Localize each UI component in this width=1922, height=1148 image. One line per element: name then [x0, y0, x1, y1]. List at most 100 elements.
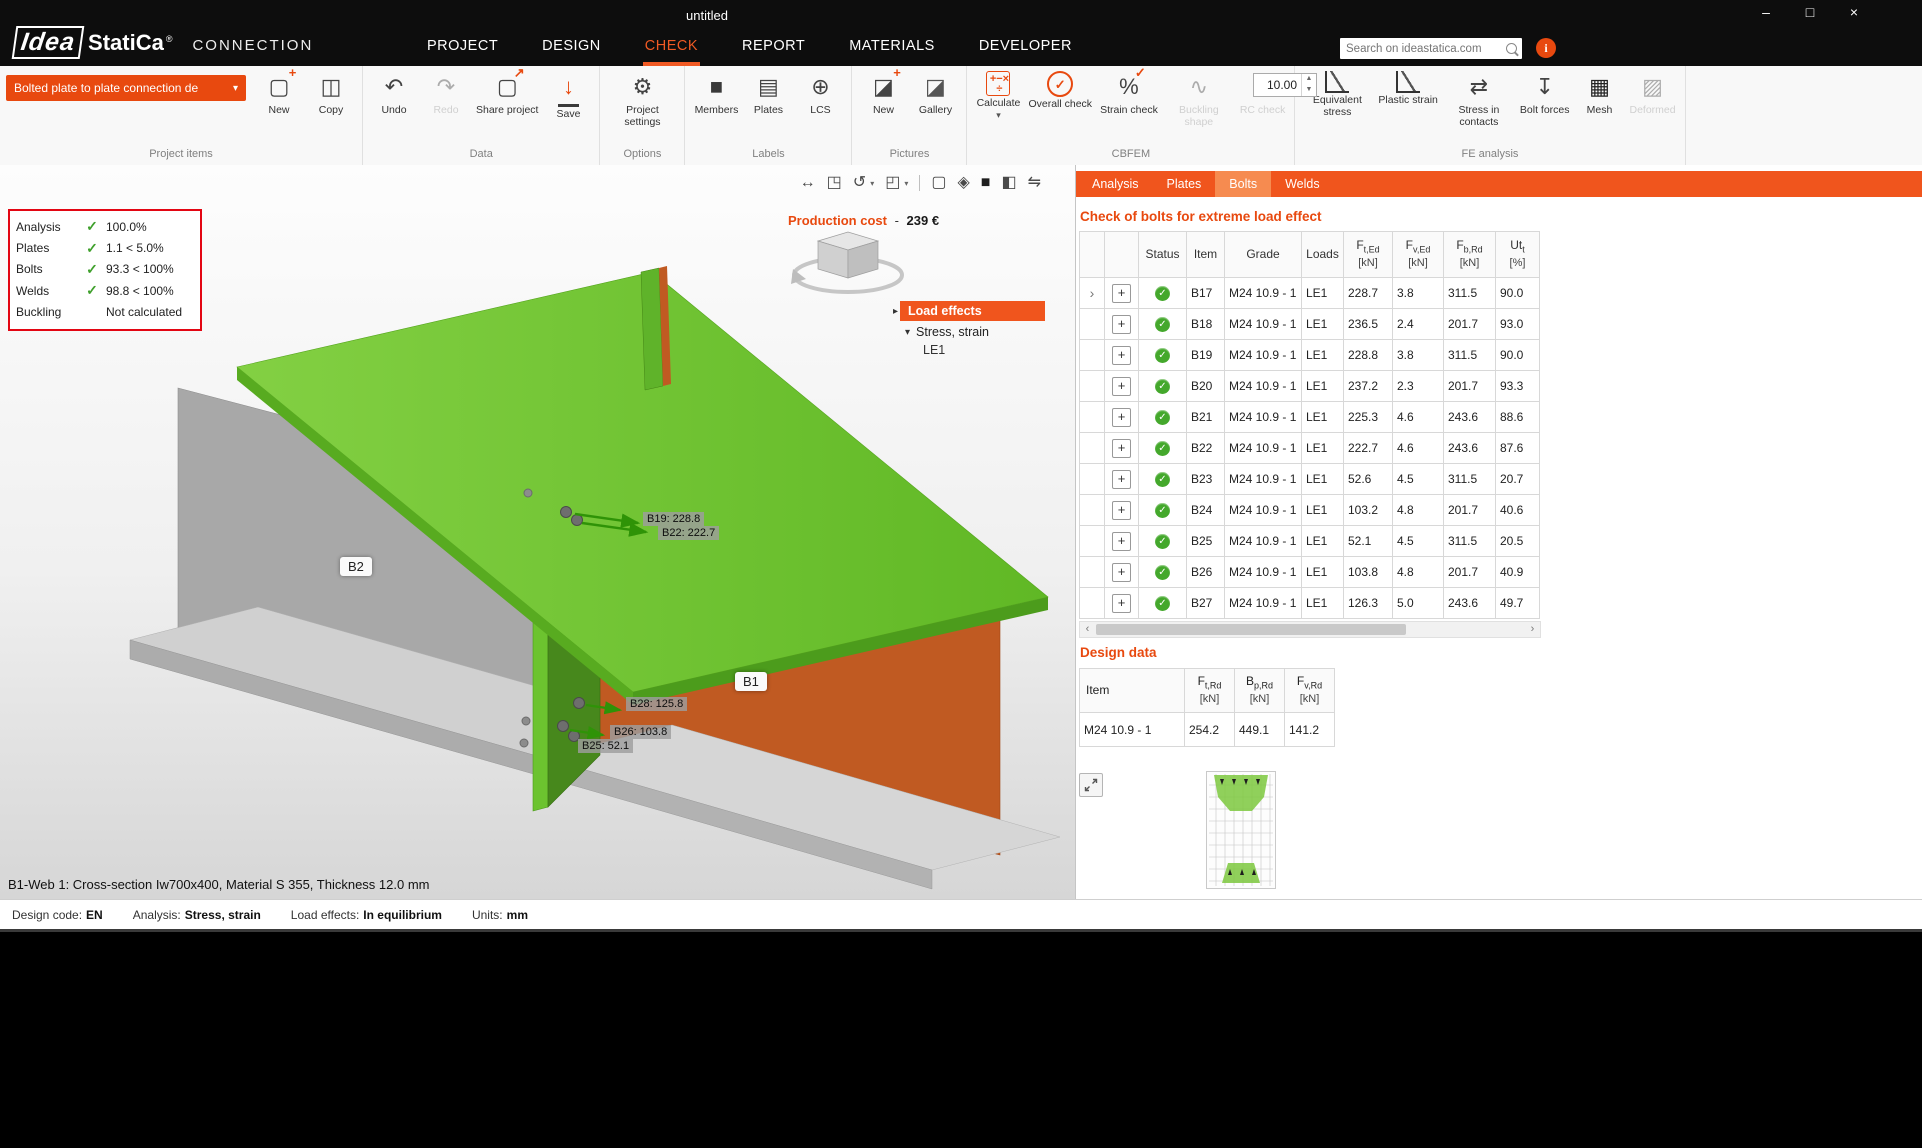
viewport-3d[interactable]: Analysis✓100.0%Plates✓1.1 < 5.0%Bolts✓93…: [0, 165, 1076, 899]
row-expand-plus-button[interactable]: +: [1112, 346, 1131, 365]
row-expand-plus-button[interactable]: +: [1112, 377, 1131, 396]
chevron-down-icon[interactable]: ▾: [904, 179, 908, 188]
chevron-down-icon[interactable]: ▾: [870, 179, 874, 188]
maximize-button[interactable]: □: [1797, 4, 1823, 20]
tree-root-load-effects[interactable]: Load effects: [900, 301, 1045, 321]
check-summary-overlay: Analysis✓100.0%Plates✓1.1 < 5.0%Bolts✓93…: [8, 209, 202, 331]
mirror-view-icon[interactable]: ⇋: [1028, 173, 1041, 193]
overall-check-button[interactable]: ✓Overall check: [1025, 69, 1095, 146]
view-axonometry-icon[interactable]: ◈: [957, 173, 969, 193]
search-box[interactable]: [1340, 38, 1522, 59]
tab-plates[interactable]: Plates: [1153, 171, 1216, 197]
minimize-button[interactable]: –: [1753, 4, 1779, 20]
undo-button[interactable]: ↶Undo: [369, 69, 419, 146]
result-preview-thumbnail[interactable]: [1206, 771, 1276, 894]
menu-item-report[interactable]: REPORT: [740, 30, 807, 66]
menu-item-materials[interactable]: MATERIALS: [847, 30, 937, 66]
row-expand-chevron-icon[interactable]: [1080, 464, 1105, 495]
scrollbar-track[interactable]: [1095, 623, 1525, 636]
render-mode-icon[interactable]: ◧: [1001, 173, 1016, 193]
tab-analysis[interactable]: Analysis: [1078, 171, 1153, 197]
row-expand-plus-button[interactable]: +: [1112, 470, 1131, 489]
row-expand-plus-button[interactable]: +: [1112, 439, 1131, 458]
lcs-button[interactable]: ⊕LCS: [795, 69, 845, 146]
row-expand-chevron-icon[interactable]: ›: [1080, 278, 1105, 309]
gallery-button[interactable]: ◪Gallery: [910, 69, 960, 146]
row-expand-chevron-icon[interactable]: [1080, 402, 1105, 433]
zoom-fit-icon[interactable]: ◳: [827, 173, 842, 193]
row-expand-plus-button[interactable]: +: [1112, 594, 1131, 613]
beam-label-b2[interactable]: B2: [340, 557, 372, 576]
bolt-label-b28: B28: 125.8: [626, 697, 687, 711]
section-view-icon[interactable]: ◰: [885, 173, 900, 193]
nav-cube[interactable]: [791, 232, 902, 292]
row-expand-chevron-icon[interactable]: [1080, 495, 1105, 526]
row-expand-plus-button[interactable]: +: [1112, 532, 1131, 551]
new-project-button[interactable]: ▢+New: [254, 69, 304, 146]
spinner-down-icon[interactable]: ▼: [1302, 85, 1316, 96]
gallery-label: Gallery: [919, 104, 952, 116]
tree-item-le1[interactable]: LE1: [893, 343, 1045, 357]
spinner-arrows[interactable]: ▲▼: [1301, 74, 1316, 96]
ribbon-group-data: ↶Undo↷Redo▢↗Share project↓SaveData: [363, 66, 600, 165]
chevron-down-icon[interactable]: ▾: [905, 327, 910, 338]
row-expand-plus-button[interactable]: +: [1112, 563, 1131, 582]
search-input[interactable]: [1340, 43, 1506, 55]
view-front-icon[interactable]: ▢: [931, 173, 946, 193]
mesh-button[interactable]: ▦Mesh: [1575, 69, 1625, 146]
tab-welds[interactable]: Welds: [1271, 171, 1334, 197]
beam-label-b1[interactable]: B1: [735, 672, 767, 691]
save-icon: ↓: [558, 71, 579, 107]
connection-type-dropdown[interactable]: Bolted plate to plate connection de▾: [6, 75, 246, 101]
scrollbar-thumb[interactable]: [1096, 624, 1406, 635]
calculate-button[interactable]: +−×÷Calculate▾: [973, 69, 1023, 146]
row-expand-chevron-icon[interactable]: [1080, 371, 1105, 402]
search-icon[interactable]: [1506, 43, 1517, 54]
menu-item-developer[interactable]: DEVELOPER: [977, 30, 1074, 66]
menu-item-design[interactable]: DESIGN: [540, 30, 603, 66]
cell-loads: LE1: [1302, 495, 1344, 526]
tree-item-stress-strain[interactable]: Stress, strain: [916, 325, 989, 339]
row-expand-chevron-icon[interactable]: [1080, 557, 1105, 588]
spinner-up-icon[interactable]: ▲: [1302, 74, 1316, 85]
picture-new-button[interactable]: ◪+New: [858, 69, 908, 146]
share-project-button[interactable]: ▢↗Share project: [473, 69, 541, 146]
stress-in-contacts-button[interactable]: ⇄Stress in contacts: [1443, 69, 1515, 146]
members-button[interactable]: ■Members: [691, 69, 741, 146]
row-expand-chevron-icon[interactable]: [1080, 588, 1105, 619]
scroll-right-icon[interactable]: ›: [1525, 623, 1540, 636]
row-expand-plus-button[interactable]: +: [1112, 408, 1131, 427]
row-expand-chevron-icon[interactable]: [1080, 340, 1105, 371]
column-header-label: Ft,Ed: [1356, 239, 1379, 256]
bolt-table-scrollbar[interactable]: ‹ ›: [1079, 621, 1541, 638]
menu-item-project[interactable]: PROJECT: [425, 30, 500, 66]
plates-button[interactable]: ▤Plates: [743, 69, 793, 146]
expand-preview-button[interactable]: [1079, 773, 1103, 797]
scale-spinner[interactable]: 10.00 ▲▼: [1253, 73, 1317, 97]
tree-collapse-icon[interactable]: ▸: [893, 306, 898, 317]
plastic-strain-button[interactable]: Plastic strain: [1375, 69, 1441, 146]
tab-bolts[interactable]: Bolts: [1215, 171, 1271, 197]
view-solid-icon[interactable]: ■: [981, 173, 991, 193]
menu-item-check[interactable]: CHECK: [643, 30, 700, 66]
info-button[interactable]: i: [1536, 38, 1556, 58]
measure-icon[interactable]: ↔: [800, 173, 816, 193]
strain-check-button[interactable]: %✓Strain check: [1097, 69, 1161, 146]
scale-spinner-value: 10.00: [1254, 78, 1301, 92]
project-settings-button[interactable]: ⚙Project settings: [606, 69, 678, 146]
header-symbol: Ut: [1510, 238, 1522, 252]
row-expand-plus-button[interactable]: +: [1112, 284, 1131, 303]
row-expand-chevron-icon[interactable]: [1080, 433, 1105, 464]
scroll-left-icon[interactable]: ‹: [1080, 623, 1095, 636]
close-button[interactable]: ×: [1841, 4, 1867, 20]
copy-project-button[interactable]: ◫Copy: [306, 69, 356, 146]
row-expand-chevron-icon[interactable]: [1080, 526, 1105, 557]
row-expand-chevron-icon[interactable]: [1080, 309, 1105, 340]
bolt-forces-button[interactable]: ↧Bolt forces: [1517, 69, 1573, 146]
row-expand-plus-button[interactable]: +: [1112, 501, 1131, 520]
status-segment-label: Load effects:: [291, 908, 360, 922]
save-button[interactable]: ↓Save: [543, 69, 593, 146]
row-expand-plus-button[interactable]: +: [1112, 315, 1131, 334]
status-segment: Load effects:In equilibrium: [291, 908, 442, 922]
rotate-view-icon[interactable]: ↺: [853, 173, 866, 193]
